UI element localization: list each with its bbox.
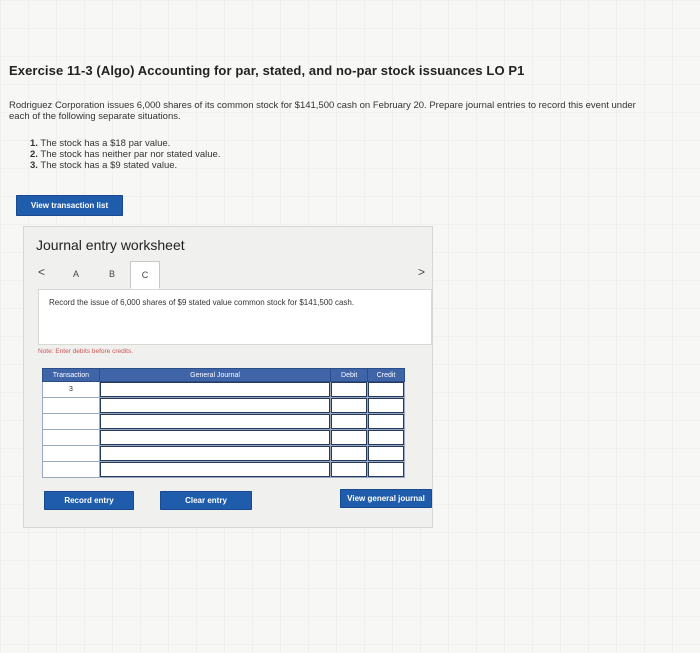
journal-header-row: Transaction General Journal Debit Credit bbox=[42, 368, 405, 382]
view-general-journal-button[interactable]: View general journal bbox=[340, 489, 432, 508]
header-transaction: Transaction bbox=[42, 368, 100, 382]
debit-input[interactable] bbox=[330, 445, 369, 462]
debit-input[interactable] bbox=[330, 413, 369, 430]
tab-a[interactable]: A bbox=[62, 261, 90, 287]
journal-table: Transaction General Journal Debit Credit… bbox=[42, 368, 405, 478]
requirement-item: 1. The stock has a $18 par value. bbox=[30, 138, 220, 149]
requirement-number: 1. bbox=[30, 138, 38, 149]
table-row bbox=[42, 461, 405, 478]
requirement-text: The stock has a $18 par value. bbox=[40, 138, 171, 149]
entry-description-box: Record the issue of 6,000 shares of $9 s… bbox=[38, 289, 432, 345]
exercise-page: Exercise 11-3 (Algo) Accounting for par,… bbox=[0, 0, 700, 653]
chevron-left-icon[interactable]: < bbox=[38, 265, 45, 279]
requirement-number: 3. bbox=[30, 160, 38, 171]
debit-credit-note: Note: Enter debits before credits. bbox=[38, 348, 134, 355]
entry-description: Record the issue of 6,000 shares of $9 s… bbox=[49, 298, 355, 307]
requirements-list: 1. The stock has a $18 par value. 2. The… bbox=[30, 138, 220, 171]
debit-input[interactable] bbox=[330, 461, 369, 478]
debit-input[interactable] bbox=[330, 381, 369, 398]
debit-input[interactable] bbox=[330, 429, 369, 446]
requirement-item: 2. The stock has neither par nor stated … bbox=[30, 149, 220, 160]
view-transaction-list-button[interactable]: View transaction list bbox=[16, 195, 123, 216]
worksheet-tab-nav: < A B C > bbox=[34, 261, 430, 289]
requirement-item: 3. The stock has a $9 stated value. bbox=[30, 160, 220, 171]
table-row: 3 bbox=[42, 381, 405, 398]
transaction-cell bbox=[42, 461, 100, 478]
requirement-number: 2. bbox=[30, 149, 38, 160]
account-input[interactable] bbox=[98, 397, 332, 414]
credit-input[interactable] bbox=[367, 413, 405, 430]
debit-input[interactable] bbox=[330, 397, 369, 414]
transaction-cell bbox=[42, 397, 100, 414]
header-general-journal: General Journal bbox=[98, 368, 332, 382]
header-credit: Credit bbox=[367, 368, 405, 382]
transaction-cell bbox=[42, 429, 100, 446]
credit-input[interactable] bbox=[367, 429, 405, 446]
account-input[interactable] bbox=[98, 429, 332, 446]
tab-b[interactable]: B bbox=[98, 261, 126, 287]
journal-entry-worksheet: Journal entry worksheet < A B C > Record… bbox=[23, 226, 433, 528]
table-row bbox=[42, 429, 405, 446]
credit-input[interactable] bbox=[367, 397, 405, 414]
requirement-text: The stock has neither par nor stated val… bbox=[40, 149, 221, 160]
account-input[interactable] bbox=[98, 445, 332, 462]
account-input[interactable] bbox=[98, 461, 332, 478]
account-input[interactable] bbox=[98, 413, 332, 430]
transaction-cell bbox=[42, 413, 100, 430]
account-input[interactable] bbox=[98, 381, 332, 398]
record-entry-button[interactable]: Record entry bbox=[44, 491, 134, 510]
table-row bbox=[42, 397, 405, 414]
table-row bbox=[42, 413, 405, 430]
exercise-intro: Rodriguez Corporation issues 6,000 share… bbox=[9, 100, 636, 122]
clear-entry-button[interactable]: Clear entry bbox=[160, 491, 252, 510]
transaction-number: 3 bbox=[42, 381, 100, 398]
tab-c[interactable]: C bbox=[130, 261, 160, 289]
header-debit: Debit bbox=[330, 368, 369, 382]
exercise-title: Exercise 11-3 (Algo) Accounting for par,… bbox=[9, 63, 525, 78]
transaction-cell bbox=[42, 445, 100, 462]
worksheet-title: Journal entry worksheet bbox=[36, 237, 185, 253]
credit-input[interactable] bbox=[367, 461, 405, 478]
credit-input[interactable] bbox=[367, 381, 405, 398]
credit-input[interactable] bbox=[367, 445, 405, 462]
chevron-right-icon[interactable]: > bbox=[418, 265, 425, 279]
table-row bbox=[42, 445, 405, 462]
requirement-text: The stock has a $9 stated value. bbox=[40, 160, 178, 171]
